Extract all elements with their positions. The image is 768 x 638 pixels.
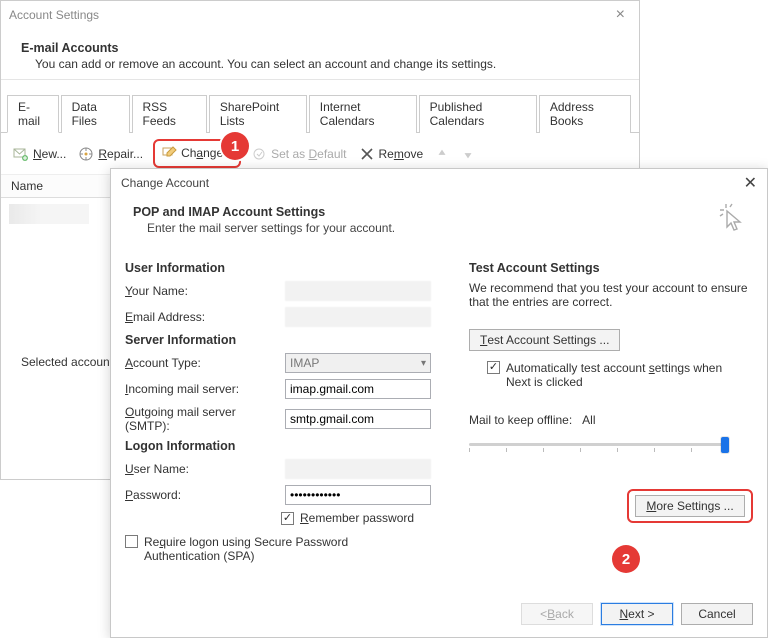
window-title: Account Settings <box>9 8 610 22</box>
test-desc: We recommend that you test your account … <box>469 281 753 309</box>
slider-ticks <box>469 448 729 452</box>
remove-button[interactable]: Remove <box>357 144 426 164</box>
slider-thumb[interactable] <box>721 437 729 453</box>
change-sub: Enter the mail server settings for your … <box>133 221 745 235</box>
remember-password-checkbox[interactable] <box>281 512 294 525</box>
auto-test-checkbox[interactable] <box>487 361 500 374</box>
spa-label: Require logon using Secure Password Auth… <box>144 535 424 563</box>
auto-test-label: Automatically test account settings when… <box>506 361 736 389</box>
heading-sub: You can add or remove an account. You ca… <box>21 57 619 71</box>
wizard-footer: < Back Next > Cancel <box>521 603 753 625</box>
set-default-icon <box>251 146 267 162</box>
change-header: POP and IMAP Account Settings Enter the … <box>111 197 767 249</box>
set-default-button: Set as Default <box>249 144 348 164</box>
more-settings-highlight: More Settings ... <box>627 489 753 523</box>
back-button: < Back <box>521 603 593 625</box>
label-account-type: Account Type: <box>125 356 279 370</box>
section-test: Test Account Settings <box>469 261 753 275</box>
change-account-window: Change Account ✕ POP and IMAP Account Se… <box>110 168 768 638</box>
mailkeep-slider[interactable] <box>469 435 729 455</box>
label-email: Email Address: <box>125 310 279 324</box>
window-titlebar: Account Settings × <box>1 1 639 29</box>
slider-track <box>469 443 729 446</box>
chevron-down-icon: ▾ <box>421 358 426 369</box>
remember-password-row: Remember password <box>281 511 445 525</box>
section-logon-info: Logon Information <box>125 439 445 453</box>
close-icon[interactable]: × <box>610 6 631 24</box>
section-user-info: User Information <box>125 261 445 275</box>
tab-rss[interactable]: RSS Feeds <box>132 95 207 133</box>
your-name-input[interactable] <box>285 281 431 301</box>
label-outgoing: Outgoing mail server (SMTP): <box>125 405 279 433</box>
cursor-click-icon <box>715 199 749 239</box>
change-title: POP and IMAP Account Settings <box>133 205 745 219</box>
tab-sharepoint[interactable]: SharePoint Lists <box>209 95 307 133</box>
email-input[interactable] <box>285 307 431 327</box>
remove-label: Remove <box>379 147 424 161</box>
password-input[interactable] <box>285 485 431 505</box>
remember-password-label: Remember password <box>300 511 414 525</box>
account-settings-heading: E-mail Accounts You can add or remove an… <box>1 29 639 80</box>
close-icon[interactable]: ✕ <box>744 173 757 193</box>
outgoing-server-input[interactable] <box>285 409 431 429</box>
label-username: User Name: <box>125 462 279 476</box>
mailkeep-label: Mail to keep offline: <box>469 413 572 427</box>
account-type-select: IMAP ▾ <box>285 353 431 373</box>
username-input[interactable] <box>285 459 431 479</box>
set-default-label: Set as Default <box>271 147 346 161</box>
tab-datafiles[interactable]: Data Files <box>61 95 130 133</box>
account-type-value: IMAP <box>290 356 319 370</box>
mailkeep-value: All <box>582 413 595 427</box>
incoming-server-input[interactable] <box>285 379 431 399</box>
repair-label: Repair... <box>98 147 143 161</box>
tabs: E-mail Data Files RSS Feeds SharePoint L… <box>1 80 639 133</box>
heading-title: E-mail Accounts <box>21 41 619 55</box>
section-server-info: Server Information <box>125 333 445 347</box>
label-incoming: Incoming mail server: <box>125 382 279 396</box>
tab-published-cal[interactable]: Published Calendars <box>419 95 537 133</box>
more-settings-button[interactable]: More Settings ... <box>635 495 745 517</box>
spa-checkbox[interactable] <box>125 535 138 548</box>
new-label: New... <box>33 147 66 161</box>
repair-button[interactable]: Repair... <box>76 144 145 164</box>
new-icon <box>13 146 29 162</box>
step-badge-2: 2 <box>612 545 640 573</box>
tab-email[interactable]: E-mail <box>7 95 59 133</box>
repair-icon <box>78 146 94 162</box>
new-button[interactable]: New... <box>11 144 68 164</box>
left-pane: User Information Your Name: Email Addres… <box>125 255 445 563</box>
change-icon <box>161 145 177 161</box>
window-titlebar: Change Account ✕ <box>111 169 767 197</box>
label-your-name: Your Name: <box>125 284 279 298</box>
step-badge-1: 1 <box>221 132 249 160</box>
right-pane: Test Account Settings We recommend that … <box>469 255 753 563</box>
label-password: Password: <box>125 488 279 502</box>
list-item[interactable] <box>9 204 89 224</box>
remove-icon <box>359 146 375 162</box>
tab-address-books[interactable]: Address Books <box>539 95 631 133</box>
move-down-icon <box>459 145 477 163</box>
test-account-settings-button[interactable]: Test Account Settings ... <box>469 329 620 351</box>
move-up-icon <box>433 145 451 163</box>
tab-internet-cal[interactable]: Internet Calendars <box>309 95 417 133</box>
cancel-button[interactable]: Cancel <box>681 603 753 625</box>
next-button[interactable]: Next > <box>601 603 673 625</box>
window-title: Change Account <box>121 176 744 190</box>
